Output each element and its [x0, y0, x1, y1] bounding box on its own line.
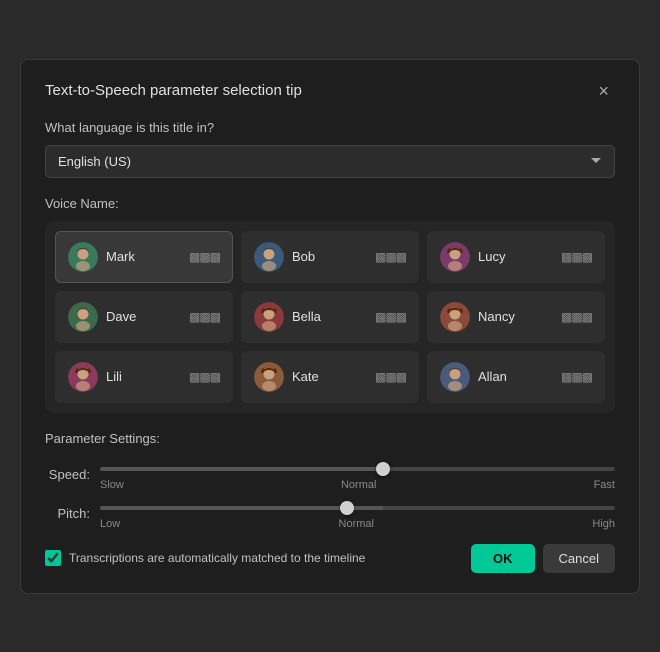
dialog-header: Text-to-Speech parameter selection tip ×: [45, 80, 615, 102]
voice-card-left-lili: Lili: [68, 362, 122, 392]
voice-name-dave: Dave: [106, 309, 136, 324]
ok-button[interactable]: OK: [471, 544, 535, 573]
wave-icon-bella: ▩▩▩: [375, 310, 406, 324]
voice-avatar-lili: [68, 362, 98, 392]
voice-avatar-dave: [68, 302, 98, 332]
cancel-button[interactable]: Cancel: [543, 544, 615, 573]
voice-name-nancy: Nancy: [478, 309, 515, 324]
voice-card-left-kate: Kate: [254, 362, 319, 392]
voice-name-bob: Bob: [292, 249, 315, 264]
speed-label-slow: Slow: [100, 479, 124, 491]
pitch-label-normal: Normal: [339, 518, 374, 530]
speed-label-fast: Fast: [594, 479, 615, 491]
speed-slider-container: Slow Normal Fast: [100, 458, 615, 491]
speed-labels: Slow Normal Fast: [100, 479, 615, 491]
voice-name-bella: Bella: [292, 309, 321, 324]
voice-card-left-lucy: Lucy: [440, 242, 505, 272]
voice-card-left-mark: Mark: [68, 242, 135, 272]
language-question: What language is this title in?: [45, 120, 615, 135]
speed-label: Speed:: [45, 467, 90, 482]
pitch-row: Pitch: Low Normal High: [45, 497, 615, 530]
wave-icon-lili: ▩▩▩: [189, 370, 220, 384]
checkbox-wrapper: Transcriptions are automatically matched…: [45, 550, 365, 566]
transcription-label: Transcriptions are automatically matched…: [69, 551, 365, 565]
speed-label-normal: Normal: [341, 479, 376, 491]
transcription-checkbox[interactable]: [45, 550, 61, 566]
pitch-label: Pitch:: [45, 506, 90, 521]
pitch-labels: Low Normal High: [100, 518, 615, 530]
voice-card-kate[interactable]: Kate ▩▩▩: [241, 351, 419, 403]
voice-card-bob[interactable]: Bob ▩▩▩: [241, 231, 419, 283]
wave-icon-lucy: ▩▩▩: [561, 250, 592, 264]
voice-avatar-mark: [68, 242, 98, 272]
wave-icon-nancy: ▩▩▩: [561, 310, 592, 324]
speed-row: Speed: Slow Normal Fast: [45, 458, 615, 491]
voice-card-left-bella: Bella: [254, 302, 321, 332]
voice-avatar-lucy: [440, 242, 470, 272]
voice-name-lucy: Lucy: [478, 249, 505, 264]
voice-name-allan: Allan: [478, 369, 507, 384]
wave-icon-mark: ▩▩▩: [189, 250, 220, 264]
voice-avatar-bella: [254, 302, 284, 332]
voice-avatar-allan: [440, 362, 470, 392]
wave-icon-allan: ▩▩▩: [561, 370, 592, 384]
voice-name-mark: Mark: [106, 249, 135, 264]
voice-grid-wrapper: Mark ▩▩▩ Bob ▩▩▩ Lucy ▩▩▩ Dave ▩▩▩: [45, 221, 615, 413]
voice-avatar-bob: [254, 242, 284, 272]
voice-card-allan[interactable]: Allan ▩▩▩: [427, 351, 605, 403]
voice-name-kate: Kate: [292, 369, 319, 384]
wave-icon-kate: ▩▩▩: [375, 370, 406, 384]
voice-card-left-dave: Dave: [68, 302, 136, 332]
pitch-slider[interactable]: [100, 506, 615, 510]
param-section-label: Parameter Settings:: [45, 431, 615, 446]
pitch-label-low: Low: [100, 518, 120, 530]
voice-card-left-nancy: Nancy: [440, 302, 515, 332]
parameter-section: Parameter Settings: Speed: Slow Normal F…: [45, 431, 615, 530]
button-row: OK Cancel: [471, 544, 615, 573]
voice-avatar-kate: [254, 362, 284, 392]
voice-card-mark[interactable]: Mark ▩▩▩: [55, 231, 233, 283]
voice-name-lili: Lili: [106, 369, 122, 384]
voice-card-left-allan: Allan: [440, 362, 507, 392]
dialog-title: Text-to-Speech parameter selection tip: [45, 82, 302, 99]
close-button[interactable]: ×: [592, 80, 615, 102]
wave-icon-bob: ▩▩▩: [375, 250, 406, 264]
language-select[interactable]: English (US) English (UK) Spanish French…: [45, 145, 615, 178]
voice-name-label: Voice Name:: [45, 196, 615, 211]
voice-avatar-nancy: [440, 302, 470, 332]
voice-card-left-bob: Bob: [254, 242, 315, 272]
wave-icon-dave: ▩▩▩: [189, 310, 220, 324]
voice-card-nancy[interactable]: Nancy ▩▩▩: [427, 291, 605, 343]
pitch-label-high: High: [592, 518, 615, 530]
voice-grid: Mark ▩▩▩ Bob ▩▩▩ Lucy ▩▩▩ Dave ▩▩▩: [55, 231, 605, 403]
dialog-footer: Transcriptions are automatically matched…: [45, 544, 615, 573]
voice-card-lili[interactable]: Lili ▩▩▩: [55, 351, 233, 403]
tts-dialog: Text-to-Speech parameter selection tip ×…: [20, 59, 640, 594]
voice-card-lucy[interactable]: Lucy ▩▩▩: [427, 231, 605, 283]
pitch-slider-container: Low Normal High: [100, 497, 615, 530]
voice-card-bella[interactable]: Bella ▩▩▩: [241, 291, 419, 343]
speed-slider[interactable]: [100, 467, 615, 471]
voice-card-dave[interactable]: Dave ▩▩▩: [55, 291, 233, 343]
